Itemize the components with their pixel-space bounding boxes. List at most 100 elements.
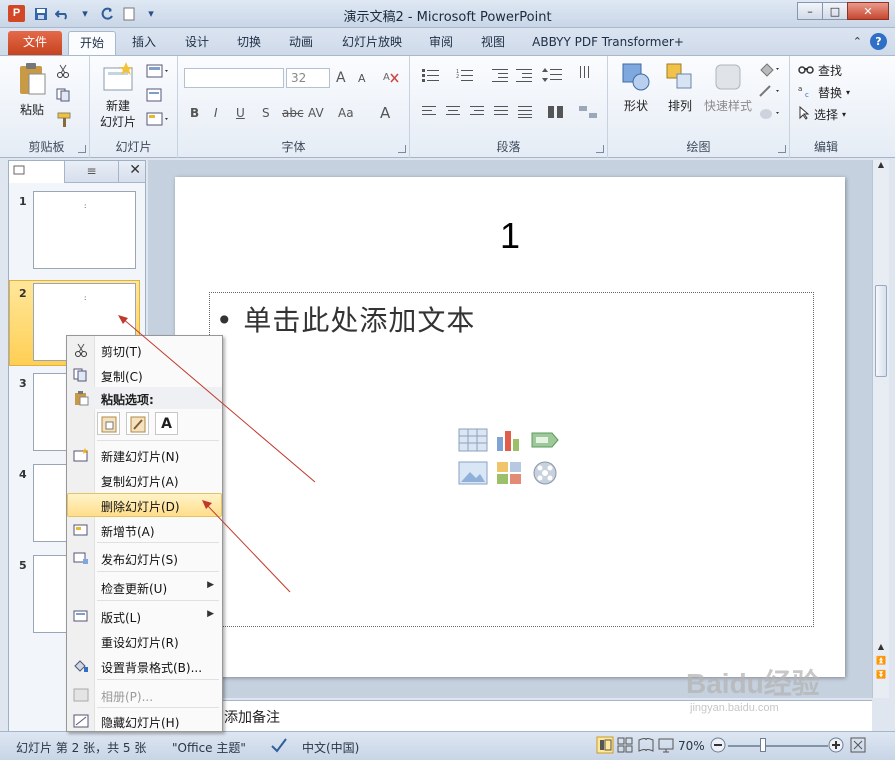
shape-effects-icon[interactable] bbox=[758, 106, 780, 125]
shape-outline-icon[interactable] bbox=[758, 84, 780, 103]
distributed-icon[interactable] bbox=[518, 106, 534, 121]
tab-home[interactable]: 开始 bbox=[68, 31, 116, 55]
zoom-level[interactable]: 70% bbox=[678, 739, 705, 753]
shadow-button[interactable]: S bbox=[262, 106, 270, 120]
menu-item-delete-slide[interactable]: 删除幻灯片(D) bbox=[67, 493, 222, 517]
slide-title[interactable]: 1 bbox=[175, 215, 845, 257]
zoom-out-icon[interactable] bbox=[710, 737, 726, 756]
clipboard-launcher-icon[interactable] bbox=[78, 145, 86, 153]
section-icon[interactable] bbox=[146, 112, 170, 126]
italic-button[interactable]: I bbox=[214, 106, 218, 120]
fit-to-window-icon[interactable] bbox=[850, 737, 866, 756]
paste-use-destination-theme-icon[interactable] bbox=[97, 412, 120, 435]
shapes-button[interactable]: 形状 bbox=[614, 62, 658, 114]
paste-keep-source-formatting-icon[interactable] bbox=[126, 412, 149, 435]
language-status[interactable]: 中文(中国) bbox=[302, 739, 359, 756]
bold-button[interactable]: B bbox=[190, 106, 199, 120]
tab-view[interactable]: 视图 bbox=[473, 31, 513, 55]
tab-slides-thumbnails[interactable] bbox=[9, 161, 65, 183]
zoom-slider-knob[interactable] bbox=[760, 738, 766, 752]
zoom-in-icon[interactable] bbox=[828, 737, 844, 756]
underline-button[interactable]: U bbox=[236, 106, 245, 120]
menu-item-copy[interactable]: 复制(C) bbox=[67, 363, 222, 387]
shape-fill-icon[interactable] bbox=[758, 62, 780, 81]
tab-design[interactable]: 设计 bbox=[177, 31, 217, 55]
menu-item-add-section[interactable]: 新增节(A) bbox=[67, 518, 222, 542]
notes-placeholder[interactable]: 添加备注 bbox=[224, 707, 280, 727]
font-launcher-icon[interactable] bbox=[398, 145, 406, 153]
slide-thumbnail-1[interactable]: : bbox=[33, 191, 136, 269]
tab-review[interactable]: 审阅 bbox=[421, 31, 461, 55]
paste-button[interactable]: 粘贴 bbox=[12, 62, 52, 118]
strikethrough-button[interactable]: abc bbox=[282, 106, 304, 120]
replace-button[interactable]: ac 替换 ▾ bbox=[798, 84, 850, 101]
tab-outline[interactable]: ≡ bbox=[65, 161, 119, 183]
spell-check-icon[interactable] bbox=[270, 737, 288, 756]
menu-item-publish-slides[interactable]: 发布幻灯片(S) bbox=[67, 546, 222, 570]
decrease-indent-icon[interactable] bbox=[492, 68, 510, 85]
text-direction-icon[interactable] bbox=[578, 64, 598, 85]
reset-slide-icon[interactable] bbox=[146, 88, 162, 102]
paragraph-launcher-icon[interactable] bbox=[596, 145, 604, 153]
select-button[interactable]: 选择 ▾ bbox=[798, 105, 846, 123]
justify-icon[interactable] bbox=[494, 106, 510, 121]
insert-media-icon[interactable] bbox=[530, 460, 564, 489]
tab-abbyy[interactable]: ABBYY PDF Transformer+ bbox=[526, 31, 690, 55]
tab-file[interactable]: 文件 bbox=[8, 31, 62, 55]
reading-view-icon[interactable] bbox=[638, 737, 654, 756]
insert-clipart-icon[interactable] bbox=[494, 460, 528, 489]
copy-icon[interactable] bbox=[56, 88, 74, 102]
menu-item-hide-slide[interactable]: 隐藏幻灯片(H) bbox=[67, 709, 222, 733]
content-placeholder[interactable]: • 单击此处添加文本 bbox=[209, 292, 814, 627]
tab-insert[interactable]: 插入 bbox=[124, 31, 164, 55]
bullet-text[interactable]: • 单击此处添加文本 bbox=[216, 299, 475, 339]
slide-canvas[interactable]: 1 • 单击此处添加文本 bbox=[175, 177, 845, 677]
smartart-icon[interactable] bbox=[578, 104, 598, 123]
scroll-up-icon[interactable]: ▲ bbox=[873, 160, 889, 174]
close-button[interactable]: ✕ bbox=[847, 2, 889, 20]
menu-item-check-updates[interactable]: 检查更新(U) ▶ bbox=[67, 575, 222, 599]
clear-formatting-icon[interactable]: A bbox=[382, 68, 402, 87]
cut-icon[interactable] bbox=[56, 64, 70, 78]
menu-item-duplicate-slide[interactable]: 复制幻灯片(A) bbox=[67, 468, 222, 492]
font-color-button[interactable]: A bbox=[380, 104, 390, 122]
menu-item-new-slide[interactable]: 新建幻灯片(N) bbox=[67, 443, 222, 467]
scroll-up-icon[interactable]: ▲ bbox=[873, 642, 889, 656]
bullets-icon[interactable] bbox=[422, 68, 442, 85]
increase-indent-icon[interactable] bbox=[516, 68, 534, 85]
menu-item-reset-slide[interactable]: 重设幻灯片(R) bbox=[67, 629, 222, 653]
font-size-field[interactable]: 32 bbox=[286, 68, 330, 88]
minimize-button[interactable]: – bbox=[797, 2, 823, 20]
minimize-ribbon-icon[interactable]: ⌃ bbox=[853, 35, 862, 48]
next-slide-icon[interactable]: ⏬ bbox=[873, 670, 889, 684]
new-slide-button[interactable]: 新建 幻灯片 bbox=[94, 62, 142, 130]
insert-table-icon[interactable] bbox=[458, 427, 492, 456]
pane-close-icon[interactable]: ✕ bbox=[129, 162, 141, 178]
format-painter-icon[interactable] bbox=[56, 112, 72, 128]
grow-font-button[interactable]: A bbox=[336, 70, 346, 86]
line-spacing-icon[interactable] bbox=[542, 68, 564, 85]
insert-chart-icon[interactable] bbox=[494, 427, 528, 456]
slide-sorter-icon[interactable] bbox=[617, 737, 633, 756]
tab-animations[interactable]: 动画 bbox=[281, 31, 321, 55]
theme-status[interactable]: "Office 主题" bbox=[172, 739, 246, 756]
zoom-slider-track[interactable] bbox=[728, 745, 828, 747]
help-icon[interactable]: ? bbox=[870, 33, 887, 50]
insert-picture-icon[interactable] bbox=[458, 460, 492, 489]
menu-item-format-background[interactable]: 设置背景格式(B)... bbox=[67, 654, 222, 678]
previous-slide-icon[interactable]: ⏫ bbox=[873, 656, 889, 670]
scrollbar-thumb[interactable] bbox=[875, 285, 887, 377]
tab-transitions[interactable]: 切换 bbox=[229, 31, 269, 55]
shrink-font-button[interactable]: A bbox=[358, 72, 366, 85]
slideshow-view-icon[interactable] bbox=[658, 737, 674, 756]
align-left-icon[interactable] bbox=[422, 106, 438, 121]
character-spacing-button[interactable]: AV bbox=[308, 106, 324, 120]
columns-icon[interactable] bbox=[548, 106, 566, 121]
normal-view-icon[interactable] bbox=[596, 736, 614, 757]
layout-icon[interactable] bbox=[146, 64, 170, 78]
font-name-field[interactable] bbox=[184, 68, 284, 88]
drawing-launcher-icon[interactable] bbox=[778, 145, 786, 153]
tab-slideshow[interactable]: 幻灯片放映 bbox=[334, 31, 410, 55]
arrange-button[interactable]: 排列 bbox=[658, 62, 702, 114]
menu-item-layout[interactable]: 版式(L) ▶ bbox=[67, 604, 222, 628]
